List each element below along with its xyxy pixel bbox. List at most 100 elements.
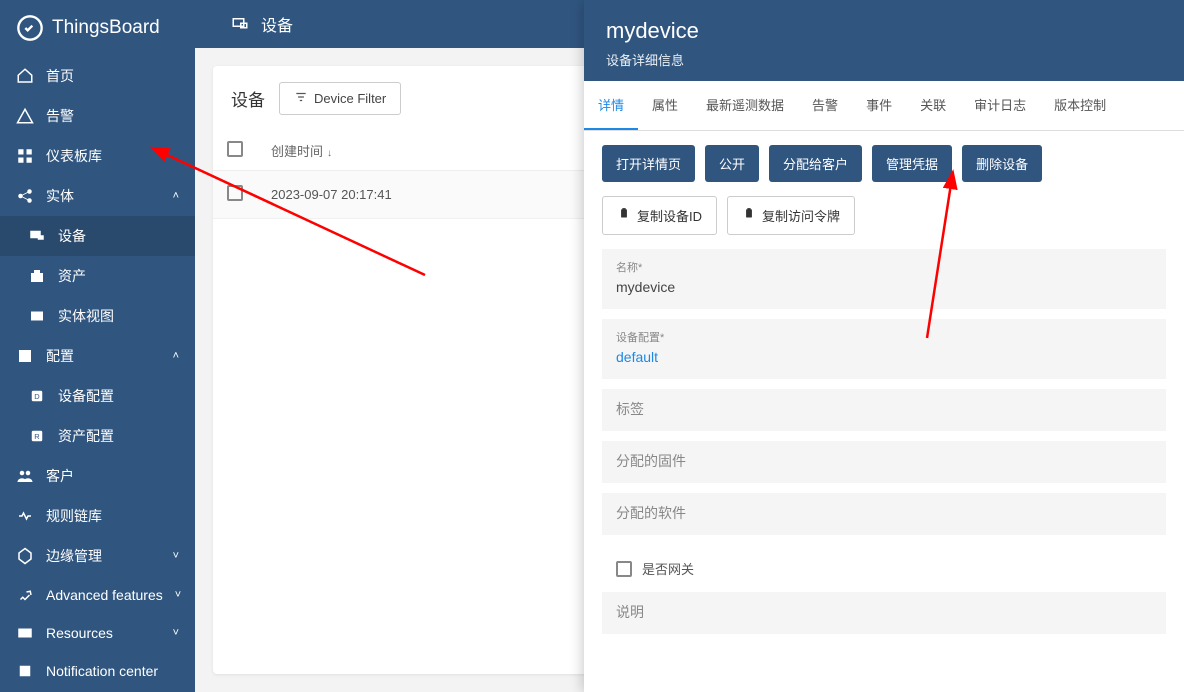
sidebar-item-label: 资产配置 (58, 426, 179, 446)
sidebar-item-label: 实体 (46, 186, 161, 206)
profile-field[interactable]: 设备配置* default (602, 319, 1166, 379)
profile-value: default (616, 349, 658, 365)
chevron-down-icon: ˅ (173, 550, 179, 562)
gateway-checkbox[interactable] (616, 561, 632, 577)
sidebar-item-label: 设备配置 (58, 386, 179, 406)
view-icon (28, 307, 46, 325)
tab-3[interactable]: 告警 (798, 81, 852, 130)
firmware-placeholder: 分配的固件 (616, 453, 686, 469)
manage-credentials-button[interactable]: 管理凭据 (872, 145, 952, 182)
tab-1[interactable]: 属性 (638, 81, 692, 130)
cust-icon (16, 467, 34, 485)
assetcfg-icon: R (28, 427, 46, 445)
device-filter-button[interactable]: Device Filter (279, 82, 401, 115)
svg-text:R: R (34, 432, 40, 441)
devices-icon (229, 13, 251, 35)
sidebar-item-cust[interactable]: 客户 (0, 456, 195, 496)
filter-label: Device Filter (314, 91, 386, 106)
devcfg-icon: D (28, 387, 46, 405)
list-title: 设备 (231, 86, 265, 111)
filter-icon (294, 90, 308, 107)
sidebar-item-label: 边缘管理 (46, 546, 161, 566)
svg-text:D: D (34, 392, 40, 401)
tab-2[interactable]: 最新遥测数据 (692, 81, 798, 130)
delete-device-button[interactable]: 删除设备 (962, 145, 1042, 182)
make-public-button[interactable]: 公开 (705, 145, 759, 182)
sidebar-item-rule[interactable]: 规则链库 (0, 496, 195, 536)
description-placeholder: 说明 (616, 604, 644, 620)
sidebar-item-label: Notification center (46, 663, 179, 679)
software-field[interactable]: 分配的软件 (602, 493, 1166, 535)
detail-subtitle: 设备详细信息 (606, 50, 1162, 69)
sidebar-item-edge[interactable]: 边缘管理 ˅ (0, 536, 195, 576)
label-field[interactable]: 标签 (602, 389, 1166, 431)
clipboard-icon (617, 207, 631, 224)
chevron-up-icon: ˄ (173, 350, 179, 362)
sidebar-item-label: Resources (46, 625, 161, 641)
sidebar-item-label: 首页 (46, 66, 179, 86)
detail-title: mydevice (606, 18, 1162, 44)
row-checkbox[interactable] (227, 185, 243, 201)
brand-text: ThingsBoard (52, 17, 160, 39)
sidebar-item-notif[interactable]: Notification center (0, 652, 195, 690)
sidebar-item-assetcfg[interactable]: R 资产配置 (0, 416, 195, 456)
sidebar-item-label: 设备 (58, 226, 179, 246)
tab-4[interactable]: 事件 (852, 81, 906, 130)
select-all-checkbox[interactable] (227, 141, 243, 157)
sidebar-item-config[interactable]: 配置 ˄ (0, 336, 195, 376)
sidebar-item-label: 规则链库 (46, 506, 179, 526)
sidebar-item-dash[interactable]: 仪表板库 (0, 136, 195, 176)
adv-icon (16, 586, 34, 604)
open-details-button[interactable]: 打开详情页 (602, 145, 695, 182)
chevron-down-icon: ˅ (173, 627, 179, 639)
name-field[interactable]: 名称* mydevice (602, 249, 1166, 309)
chevron-down-icon: ˅ (175, 589, 181, 601)
tab-7[interactable]: 版本控制 (1040, 81, 1120, 130)
home-icon (16, 67, 34, 85)
device-icon (28, 227, 46, 245)
sidebar-item-label: Advanced features (46, 587, 163, 603)
sidebar-item-label: 仪表板库 (46, 146, 179, 166)
asset-icon (28, 267, 46, 285)
sidebar-item-label: 客户 (46, 466, 179, 486)
firmware-field[interactable]: 分配的固件 (602, 441, 1166, 483)
entity-icon (16, 187, 34, 205)
profile-label: 设备配置* (616, 329, 1152, 345)
sidebar-item-label: 配置 (46, 346, 161, 366)
clipboard-icon (742, 207, 756, 224)
label-placeholder: 标签 (616, 401, 644, 417)
sidebar-item-device[interactable]: 设备 (0, 216, 195, 256)
notif-icon (16, 662, 34, 680)
rule-icon (16, 507, 34, 525)
logo[interactable]: ThingsBoard (0, 0, 195, 56)
sidebar-item-alert[interactable]: 告警 (0, 96, 195, 136)
tab-5[interactable]: 关联 (906, 81, 960, 130)
sidebar-item-entity[interactable]: 实体 ˄ (0, 176, 195, 216)
tab-6[interactable]: 审计日志 (960, 81, 1040, 130)
assign-customer-button[interactable]: 分配给客户 (769, 145, 862, 182)
tab-0[interactable]: 详情 (584, 81, 638, 130)
sidebar-item-adv[interactable]: Advanced features ˅ (0, 576, 195, 614)
sidebar-item-label: 资产 (58, 266, 179, 286)
sidebar-item-asset[interactable]: 资产 (0, 256, 195, 296)
gateway-label: 是否网关 (642, 559, 694, 578)
config-icon (16, 347, 34, 365)
page-title: 设备 (261, 12, 293, 36)
gateway-checkbox-row[interactable]: 是否网关 (602, 545, 1166, 592)
name-label: 名称* (616, 259, 1152, 275)
sidebar-item-home[interactable]: 首页 (0, 56, 195, 96)
sidebar-item-devcfg[interactable]: D 设备配置 (0, 376, 195, 416)
sidebar-item-label: 告警 (46, 106, 179, 126)
copy-device-id-button[interactable]: 复制设备ID (602, 196, 717, 235)
sidebar-item-res[interactable]: Resources ˅ (0, 614, 195, 652)
name-value: mydevice (616, 279, 675, 295)
software-placeholder: 分配的软件 (616, 505, 686, 521)
res-icon (16, 624, 34, 642)
description-field[interactable]: 说明 (602, 592, 1166, 634)
dash-icon (16, 147, 34, 165)
chevron-up-icon: ˄ (173, 190, 179, 202)
sidebar-item-view[interactable]: 实体视图 (0, 296, 195, 336)
copy-access-token-button[interactable]: 复制访问令牌 (727, 196, 855, 235)
sort-desc-icon: ↓ (327, 148, 332, 159)
sidebar-item-label: 实体视图 (58, 306, 179, 326)
